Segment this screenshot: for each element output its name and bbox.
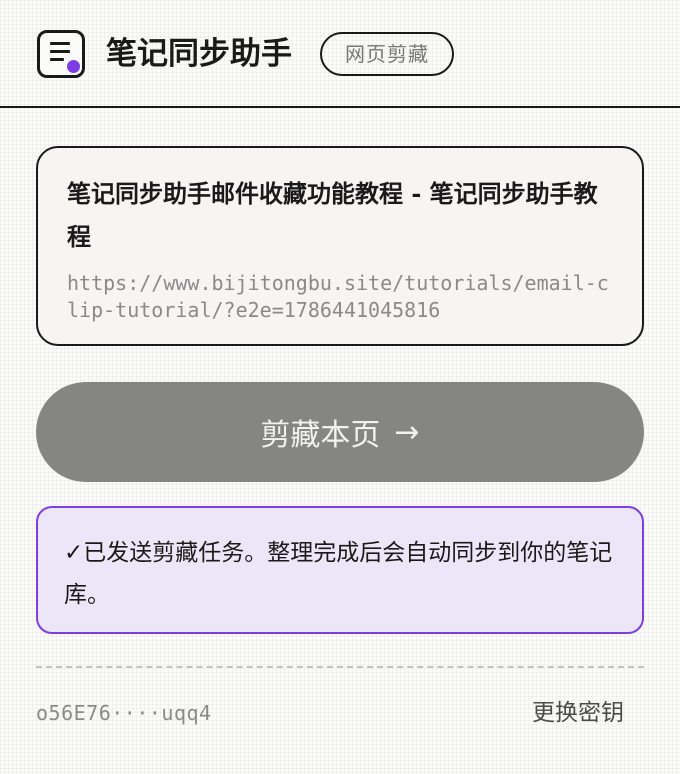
mode-badge: 网页剪藏 — [320, 32, 454, 76]
header: 笔记同步助手 网页剪藏 — [0, 0, 680, 108]
clip-page-button[interactable]: 剪藏本页 → — [36, 382, 644, 482]
status-message: ✓已发送剪藏任务。整理完成后会自动同步到你的笔记库。 — [36, 506, 644, 634]
api-key-masked: o56E76····uqq4 — [36, 701, 212, 725]
page-title: 笔记同步助手邮件收藏功能教程 - 笔记同步助手教程 — [67, 179, 598, 251]
note-list-icon — [37, 30, 85, 78]
page-info-card: 笔记同步助手邮件收藏功能教程 - 笔记同步助手教程 https://www.bi… — [36, 146, 644, 346]
arrow-right-icon: → — [394, 414, 420, 450]
app-title: 笔记同步助手 — [106, 36, 292, 72]
change-key-link[interactable]: 更换密钥 — [532, 696, 624, 730]
clip-button-label: 剪藏本页 — [260, 418, 381, 453]
divider — [36, 666, 644, 668]
check-icon: ✓ — [64, 540, 84, 566]
page-url: https://www.bijitongbu.site/tutorials/em… — [67, 271, 609, 322]
status-text: 已发送剪藏任务。整理完成后会自动同步到你的笔记库。 — [64, 540, 613, 608]
